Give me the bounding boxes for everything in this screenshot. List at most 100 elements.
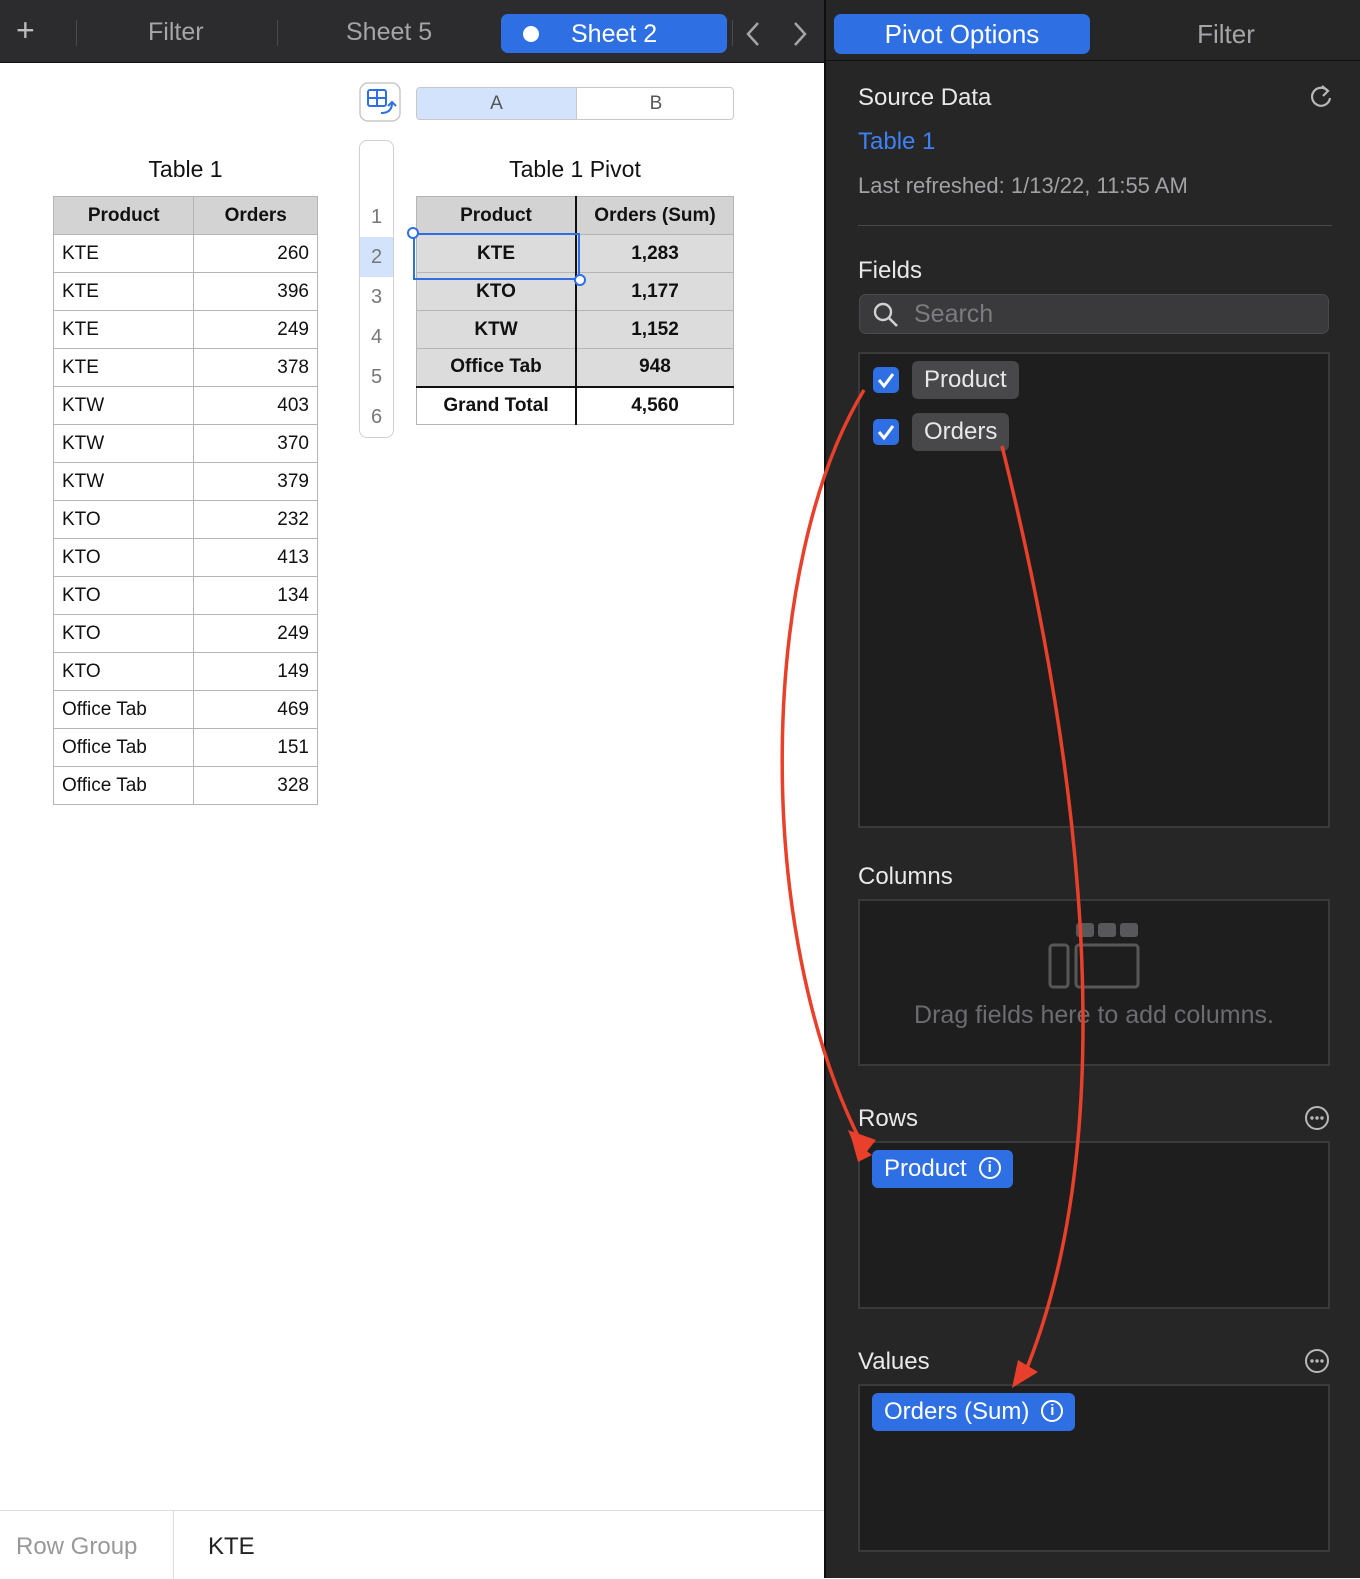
refresh-icon[interactable] [1308, 82, 1334, 110]
orders-cell[interactable]: 403 [193, 386, 318, 425]
row-header[interactable]: 1 [360, 197, 393, 237]
status-label: Row Group [16, 1533, 138, 1560]
search-placeholder: Search [914, 300, 994, 328]
chevron-left-icon[interactable] [744, 20, 762, 48]
orders-cell[interactable]: 134 [193, 576, 318, 615]
orders-cell[interactable]: 469 [193, 690, 318, 729]
field-chip-orders[interactable]: Orders [912, 413, 1010, 451]
column-header[interactable]: Orders [193, 196, 318, 235]
product-cell[interactable]: KTE [52, 348, 195, 387]
pivot-table-title: Table 1 Pivot [509, 156, 641, 182]
field-search[interactable]: Search [859, 294, 1329, 334]
more-options-icon[interactable] [1304, 1105, 1330, 1131]
product-cell[interactable]: KTO [52, 652, 195, 691]
product-cell[interactable]: KTE [52, 234, 195, 273]
search-icon [873, 302, 898, 327]
pivot-header[interactable]: Orders (Sum) [575, 196, 735, 235]
product-checkbox[interactable] [873, 367, 899, 393]
pivot-value-cell[interactable]: 1,283 [575, 234, 735, 273]
table-row: KTW 370 [52, 424, 318, 463]
pivot-row: KTW 1,152 [416, 310, 735, 349]
product-cell[interactable]: Office Tab [52, 728, 195, 767]
product-cell[interactable]: KTO [52, 614, 195, 653]
info-icon[interactable]: i [1041, 1399, 1064, 1422]
orders-cell[interactable]: 413 [193, 538, 318, 577]
info-icon[interactable]: i [978, 1156, 1001, 1179]
add-sheet-button[interactable]: + [16, 12, 35, 49]
row-header[interactable]: 4 [360, 317, 393, 357]
table-row: KTO 149 [52, 652, 318, 691]
pivot-value-cell[interactable]: 1,152 [575, 310, 735, 349]
orders-cell[interactable]: 232 [193, 500, 318, 539]
last-refreshed: Last refreshed: 1/13/22, 11:55 AM [858, 173, 1188, 198]
section-divider [858, 225, 1332, 226]
product-cell[interactable]: Office Tab [52, 766, 195, 805]
column-b-header[interactable]: B [577, 88, 733, 119]
table-row: KTW 403 [52, 386, 318, 425]
tab-sheet-2[interactable]: Sheet 2 [501, 14, 727, 53]
table-row: KTE 260 [52, 234, 318, 273]
row-header-selected[interactable]: 2 [360, 237, 393, 277]
pivot-header[interactable]: Product [416, 196, 578, 235]
row-header[interactable]: 3 [360, 277, 393, 317]
pivot-value-cell[interactable]: 1,177 [575, 272, 735, 311]
source-table-link[interactable]: Table 1 [858, 128, 935, 156]
orders-cell[interactable]: 151 [193, 728, 318, 767]
orders-cell[interactable]: 378 [193, 348, 318, 387]
product-cell[interactable]: KTW [52, 462, 195, 501]
table-row: KTO 413 [52, 538, 318, 577]
tab-pivot-options[interactable]: Pivot Options [834, 14, 1090, 54]
column-header[interactable]: Product [52, 196, 195, 235]
value-chip-orders-sum[interactable]: Orders (Sum) i [872, 1393, 1076, 1431]
field-chip-product[interactable]: Product [912, 361, 1019, 399]
tab-filter[interactable]: Filter [148, 18, 204, 47]
tab-divider [76, 20, 77, 46]
product-cell[interactable]: KTO [52, 538, 195, 577]
product-cell[interactable]: KTE [52, 310, 195, 349]
more-options-icon[interactable] [1304, 1348, 1330, 1374]
active-dot-icon [523, 26, 539, 42]
table-options-icon[interactable] [359, 82, 401, 122]
orders-cell[interactable]: 370 [193, 424, 318, 463]
chevron-right-icon[interactable] [791, 20, 809, 48]
orders-cell[interactable]: 249 [193, 310, 318, 349]
row-chip-product[interactable]: Product i [872, 1150, 1013, 1188]
row-header[interactable]: 5 [360, 357, 393, 397]
orders-cell[interactable]: 379 [193, 462, 318, 501]
orders-cell[interactable]: 249 [193, 614, 318, 653]
tab-sidebar-filter[interactable]: Filter [1156, 14, 1296, 54]
fields-heading: Fields [858, 257, 923, 284]
rows-heading: Rows [858, 1105, 919, 1132]
row-chip-label: Product [884, 1155, 967, 1182]
source-table-title: Table 1 [148, 156, 223, 182]
grand-total-value[interactable]: 4,560 [575, 385, 735, 425]
grand-total-row: Grand Total 4,560 [416, 385, 735, 425]
product-cell[interactable]: KTE [52, 272, 195, 311]
grand-total-label[interactable]: Grand Total [416, 385, 578, 425]
source-data-heading: Source Data [858, 84, 992, 111]
orders-cell[interactable]: 328 [193, 766, 318, 805]
column-a-header[interactable]: A [417, 88, 577, 119]
product-cell[interactable]: KTW [52, 424, 195, 463]
pivot-value-cell[interactable]: 948 [575, 348, 735, 387]
tab-sheet-5[interactable]: Sheet 5 [346, 18, 432, 47]
pivot-product-cell[interactable]: Office Tab [416, 348, 578, 387]
product-cell[interactable]: Office Tab [52, 690, 195, 729]
selection-handle[interactable] [574, 274, 586, 286]
orders-cell[interactable]: 260 [193, 234, 318, 273]
values-drop-zone[interactable]: Orders (Sum) i [858, 1384, 1330, 1552]
row-header[interactable]: 6 [360, 397, 393, 437]
rows-drop-zone[interactable]: Product i [858, 1141, 1330, 1309]
columns-empty-text: Drag fields here to add columns. [914, 1001, 1274, 1029]
columns-drop-zone[interactable]: Drag fields here to add columns. [858, 899, 1330, 1066]
orders-cell[interactable]: 149 [193, 652, 318, 691]
product-cell[interactable]: KTO [52, 576, 195, 615]
selection-handle[interactable] [407, 227, 419, 239]
tab-divider [277, 20, 278, 46]
product-cell[interactable]: KTW [52, 386, 195, 425]
tab-divider [826, 60, 1360, 61]
orders-checkbox[interactable] [873, 419, 899, 445]
pivot-product-cell[interactable]: KTW [416, 310, 578, 349]
product-cell[interactable]: KTO [52, 500, 195, 539]
orders-cell[interactable]: 396 [193, 272, 318, 311]
